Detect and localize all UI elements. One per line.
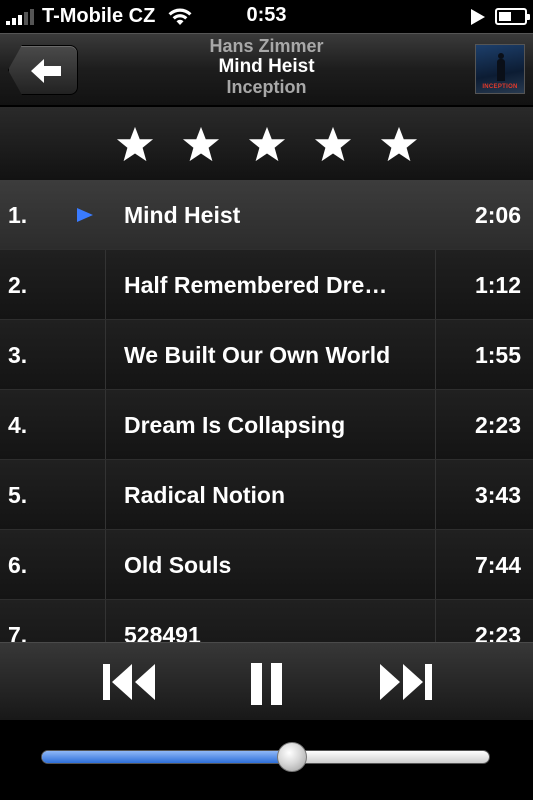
track-title: Half Remembered Dre… [124, 272, 388, 298]
column-divider [105, 250, 106, 319]
track-duration: 1:55 [474, 342, 521, 368]
column-divider [435, 530, 436, 599]
now-playing-icon [77, 208, 93, 222]
column-divider [105, 530, 106, 599]
track-row[interactable]: 4. Dream Is Collapsing 2:23 [0, 390, 533, 460]
track-duration: 2:06 [474, 202, 521, 228]
track-duration: 2:23 [474, 622, 521, 642]
column-divider [435, 600, 436, 642]
track-number: 1. [8, 202, 28, 228]
back-arrow-icon [31, 59, 61, 83]
album-art-button[interactable]: INCEPTION [475, 44, 525, 94]
track-row[interactable]: 2. Half Remembered Dre… 1:12 [0, 250, 533, 320]
track-row[interactable]: 1. Mind Heist 2:06 [0, 180, 533, 250]
album-art-title: INCEPTION [482, 84, 518, 90]
previous-track-button[interactable] [103, 663, 157, 701]
now-playing-info: Hans Zimmer Mind Heist Inception [100, 36, 433, 97]
track-duration: 2:23 [474, 412, 521, 438]
track-title: Mind Heist [124, 202, 241, 228]
star-icon[interactable] [116, 125, 154, 163]
playback-controls [0, 642, 533, 720]
signal-strength-icon [6, 8, 34, 25]
track-number: 3. [8, 342, 28, 368]
track-title: Dream Is Collapsing [124, 412, 346, 438]
track-row[interactable]: 6. Old Souls 7:44 [0, 530, 533, 600]
track-list[interactable]: 1. Mind Heist 2:06 2. Half Remembered Dre… 1:… [0, 180, 533, 642]
battery-icon [495, 8, 530, 25]
track-row[interactable]: 5. Radical Notion 3:43 [0, 460, 533, 530]
track-title: 528491 [124, 622, 201, 642]
playing-indicator-icon [471, 9, 485, 25]
column-divider [435, 320, 436, 389]
volume-thumb[interactable] [277, 742, 308, 772]
track-duration: 1:12 [474, 272, 521, 298]
column-divider [105, 320, 106, 389]
column-divider [435, 390, 436, 459]
star-icon[interactable] [182, 125, 220, 163]
track-number: 7. [8, 622, 28, 642]
wifi-icon [168, 8, 192, 25]
track-duration: 7:44 [474, 552, 521, 578]
status-bar: T-Mobile CZ 0:53 [0, 0, 533, 33]
column-divider [435, 460, 436, 529]
star-icon[interactable] [380, 125, 418, 163]
track-number: 2. [8, 272, 28, 298]
volume-area [0, 720, 533, 800]
song-title: Mind Heist [218, 56, 315, 77]
column-divider [105, 600, 106, 642]
volume-fill [42, 751, 293, 763]
pause-button[interactable] [251, 663, 283, 705]
star-icon[interactable] [248, 125, 286, 163]
star-rating[interactable] [0, 107, 533, 180]
track-title: Radical Notion [124, 482, 286, 508]
track-row[interactable]: 3. We Built Our Own World 1:55 [0, 320, 533, 390]
volume-slider[interactable] [41, 742, 490, 772]
track-number: 6. [8, 552, 28, 578]
album-art-figure [497, 53, 505, 81]
track-number: 5. [8, 482, 28, 508]
carrier-name: T-Mobile CZ [42, 5, 156, 27]
star-icon[interactable] [314, 125, 352, 163]
nav-bar: Hans Zimmer Mind Heist Inception INCEPTI… [0, 33, 533, 106]
album-name: Inception [226, 77, 307, 97]
track-title: We Built Our Own World [124, 342, 391, 368]
column-divider [105, 460, 106, 529]
track-title: Old Souls [124, 552, 232, 578]
column-divider [435, 250, 436, 319]
track-duration: 3:43 [474, 482, 521, 508]
back-button[interactable] [8, 45, 78, 95]
track-row[interactable]: 7. 528491 2:23 [0, 600, 533, 642]
track-number: 4. [8, 412, 28, 438]
column-divider [105, 390, 106, 459]
next-track-button[interactable] [378, 663, 432, 701]
artist-name: Hans Zimmer [209, 36, 324, 56]
